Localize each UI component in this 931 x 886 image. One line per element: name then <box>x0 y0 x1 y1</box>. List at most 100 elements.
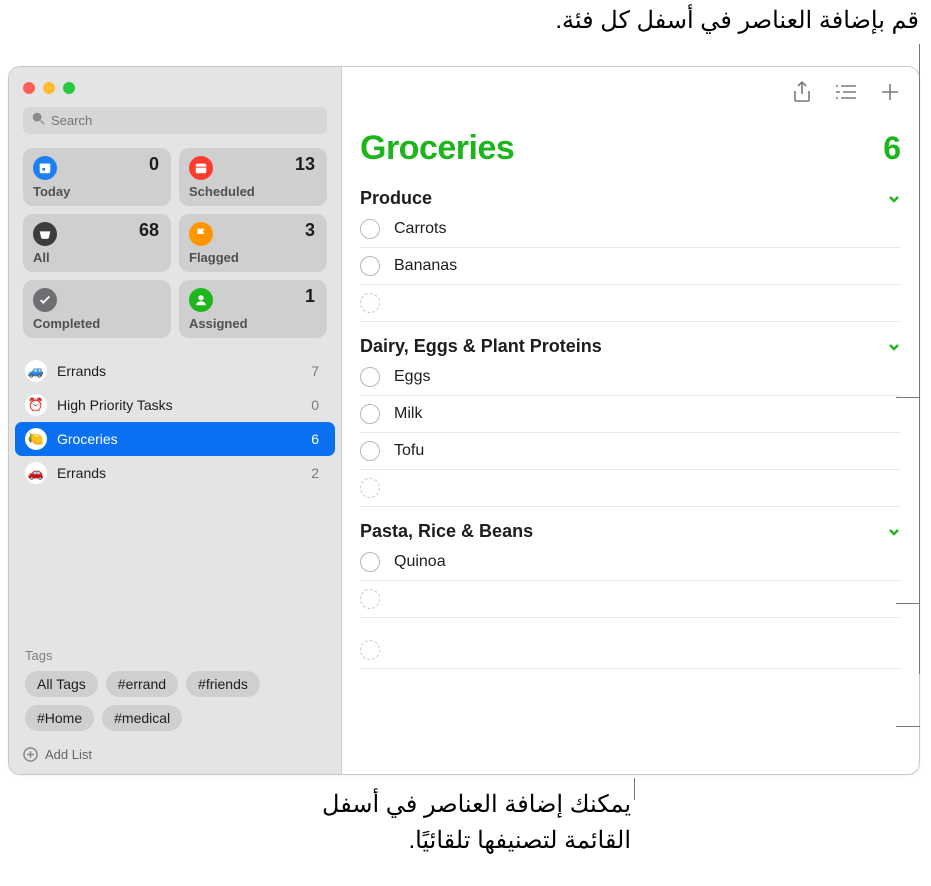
smart-list-label: Today <box>33 184 161 199</box>
new-item-radio <box>360 478 380 498</box>
smart-list-label: All <box>33 250 161 265</box>
reminders-window: 0 Today 13 Scheduled 68 All 3 Flagged Co… <box>8 66 920 775</box>
sidebar-list-high-priority-tasks[interactable]: ⏰ High Priority Tasks 0 <box>15 388 335 422</box>
list-count: 7 <box>311 363 325 379</box>
section-header[interactable]: Dairy, Eggs & Plant Proteins <box>360 336 901 359</box>
share-icon <box>792 81 812 103</box>
list-count: 2 <box>311 465 325 481</box>
list-name: Groceries <box>57 431 301 447</box>
reminder-item[interactable]: Tofu <box>360 433 901 470</box>
list-emoji-icon: 🚗 <box>25 462 47 484</box>
zoom-window-button[interactable] <box>63 82 75 94</box>
reminder-title[interactable]: Milk <box>394 405 901 423</box>
section-title: Produce <box>360 188 432 209</box>
section-title: Dairy, Eggs & Plant Proteins <box>360 336 602 357</box>
smart-list-count: 68 <box>139 220 159 241</box>
section-title: Pasta, Rice & Beans <box>360 521 533 542</box>
chevron-down-icon[interactable] <box>887 340 901 354</box>
section-produce: Produce Carrots Bananas <box>342 188 919 322</box>
new-item-radio <box>360 640 380 660</box>
smart-list-count: 1 <box>305 286 315 307</box>
assigned-icon <box>189 288 213 312</box>
sidebar: 0 Today 13 Scheduled 68 All 3 Flagged Co… <box>9 67 342 774</box>
smart-list-label: Completed <box>33 316 161 331</box>
close-window-button[interactable] <box>23 82 35 94</box>
pointer-line <box>896 726 920 727</box>
smart-list-all[interactable]: 68 All <box>23 214 171 272</box>
sidebar-list-errands[interactable]: 🚙 Errands 7 <box>15 354 335 388</box>
search-input[interactable] <box>51 113 319 128</box>
sections-container: Produce Carrots Bananas Dairy, Eggs & Pl… <box>342 174 919 618</box>
section-header[interactable]: Produce <box>360 188 901 211</box>
plus-circle-icon <box>23 747 38 762</box>
sidebar-list-errands[interactable]: 🚗 Errands 2 <box>15 456 335 490</box>
tag-medical[interactable]: #medical <box>102 705 182 731</box>
list-name: High Priority Tasks <box>57 397 301 413</box>
view-options-button[interactable] <box>835 81 857 103</box>
smart-list-count: 13 <box>295 154 315 175</box>
list-total-count: 6 <box>883 130 901 167</box>
sidebar-list-groceries[interactable]: 🍋 Groceries 6 <box>15 422 335 456</box>
add-list-label: Add List <box>45 747 92 762</box>
my-lists: 🚙 Errands 7⏰ High Priority Tasks 0🍋 Groc… <box>9 350 341 638</box>
complete-toggle[interactable] <box>360 256 380 276</box>
smart-list-completed[interactable]: Completed <box>23 280 171 338</box>
pointer-line <box>896 397 920 398</box>
list-count: 0 <box>311 397 325 413</box>
reminder-item[interactable]: Carrots <box>360 211 901 248</box>
tag-errand[interactable]: #errand <box>106 671 178 697</box>
add-reminder-button[interactable] <box>879 81 901 103</box>
new-item-row[interactable] <box>360 470 901 507</box>
smart-list-assigned[interactable]: 1 Assigned <box>179 280 327 338</box>
main-panel: Groceries 6 Produce Carrots Bananas Dair… <box>342 67 919 774</box>
flagged-icon <box>189 222 213 246</box>
complete-toggle[interactable] <box>360 552 380 572</box>
smart-list-scheduled[interactable]: 13 Scheduled <box>179 148 327 206</box>
new-item-row[interactable] <box>360 581 901 618</box>
toolbar <box>342 67 919 109</box>
list-header: Groceries 6 <box>342 109 919 174</box>
share-button[interactable] <box>791 81 813 103</box>
new-item-radio <box>360 293 380 313</box>
reminder-title[interactable]: Eggs <box>394 368 901 386</box>
search-field[interactable] <box>23 107 327 134</box>
complete-toggle[interactable] <box>360 441 380 461</box>
plus-icon <box>880 82 900 102</box>
tag-alltags[interactable]: All Tags <box>25 671 98 697</box>
tags-wrap: All Tags #errand #friends #Home #medical <box>25 671 327 731</box>
smart-list-today[interactable]: 0 Today <box>23 148 171 206</box>
reminder-item[interactable]: Eggs <box>360 359 901 396</box>
tags-section: Tags All Tags #errand #friends #Home #medica… <box>9 638 341 737</box>
complete-toggle[interactable] <box>360 367 380 387</box>
tag-home[interactable]: #Home <box>25 705 94 731</box>
reminder-item[interactable]: Quinoa <box>360 544 901 581</box>
search-container <box>9 97 341 140</box>
add-list-button[interactable]: Add List <box>9 737 341 774</box>
minimize-window-button[interactable] <box>43 82 55 94</box>
new-item-row[interactable] <box>360 285 901 322</box>
complete-toggle[interactable] <box>360 404 380 424</box>
new-item-radio <box>360 589 380 609</box>
list-name: Errands <box>57 363 301 379</box>
chevron-down-icon[interactable] <box>887 525 901 539</box>
reminder-title[interactable]: Quinoa <box>394 553 901 571</box>
complete-toggle[interactable] <box>360 219 380 239</box>
smart-list-flagged[interactable]: 3 Flagged <box>179 214 327 272</box>
reminder-title[interactable]: Tofu <box>394 442 901 460</box>
titlebar <box>9 67 341 97</box>
reminder-item[interactable]: Milk <box>360 396 901 433</box>
section-header[interactable]: Pasta, Rice & Beans <box>360 521 901 544</box>
reminder-title[interactable]: Carrots <box>394 220 901 238</box>
chevron-down-icon[interactable] <box>887 192 901 206</box>
section-pasta-rice-beans: Pasta, Rice & Beans Quinoa <box>342 521 919 618</box>
tags-heading: Tags <box>25 648 327 663</box>
new-item-row[interactable] <box>360 632 901 669</box>
tag-friends[interactable]: #friends <box>186 671 260 697</box>
list-title: Groceries <box>360 129 514 168</box>
traffic-lights <box>23 82 75 94</box>
reminder-item[interactable]: Bananas <box>360 248 901 285</box>
pointer-line <box>634 778 635 800</box>
scheduled-icon <box>189 156 213 180</box>
all-icon <box>33 222 57 246</box>
reminder-title[interactable]: Bananas <box>394 257 901 275</box>
